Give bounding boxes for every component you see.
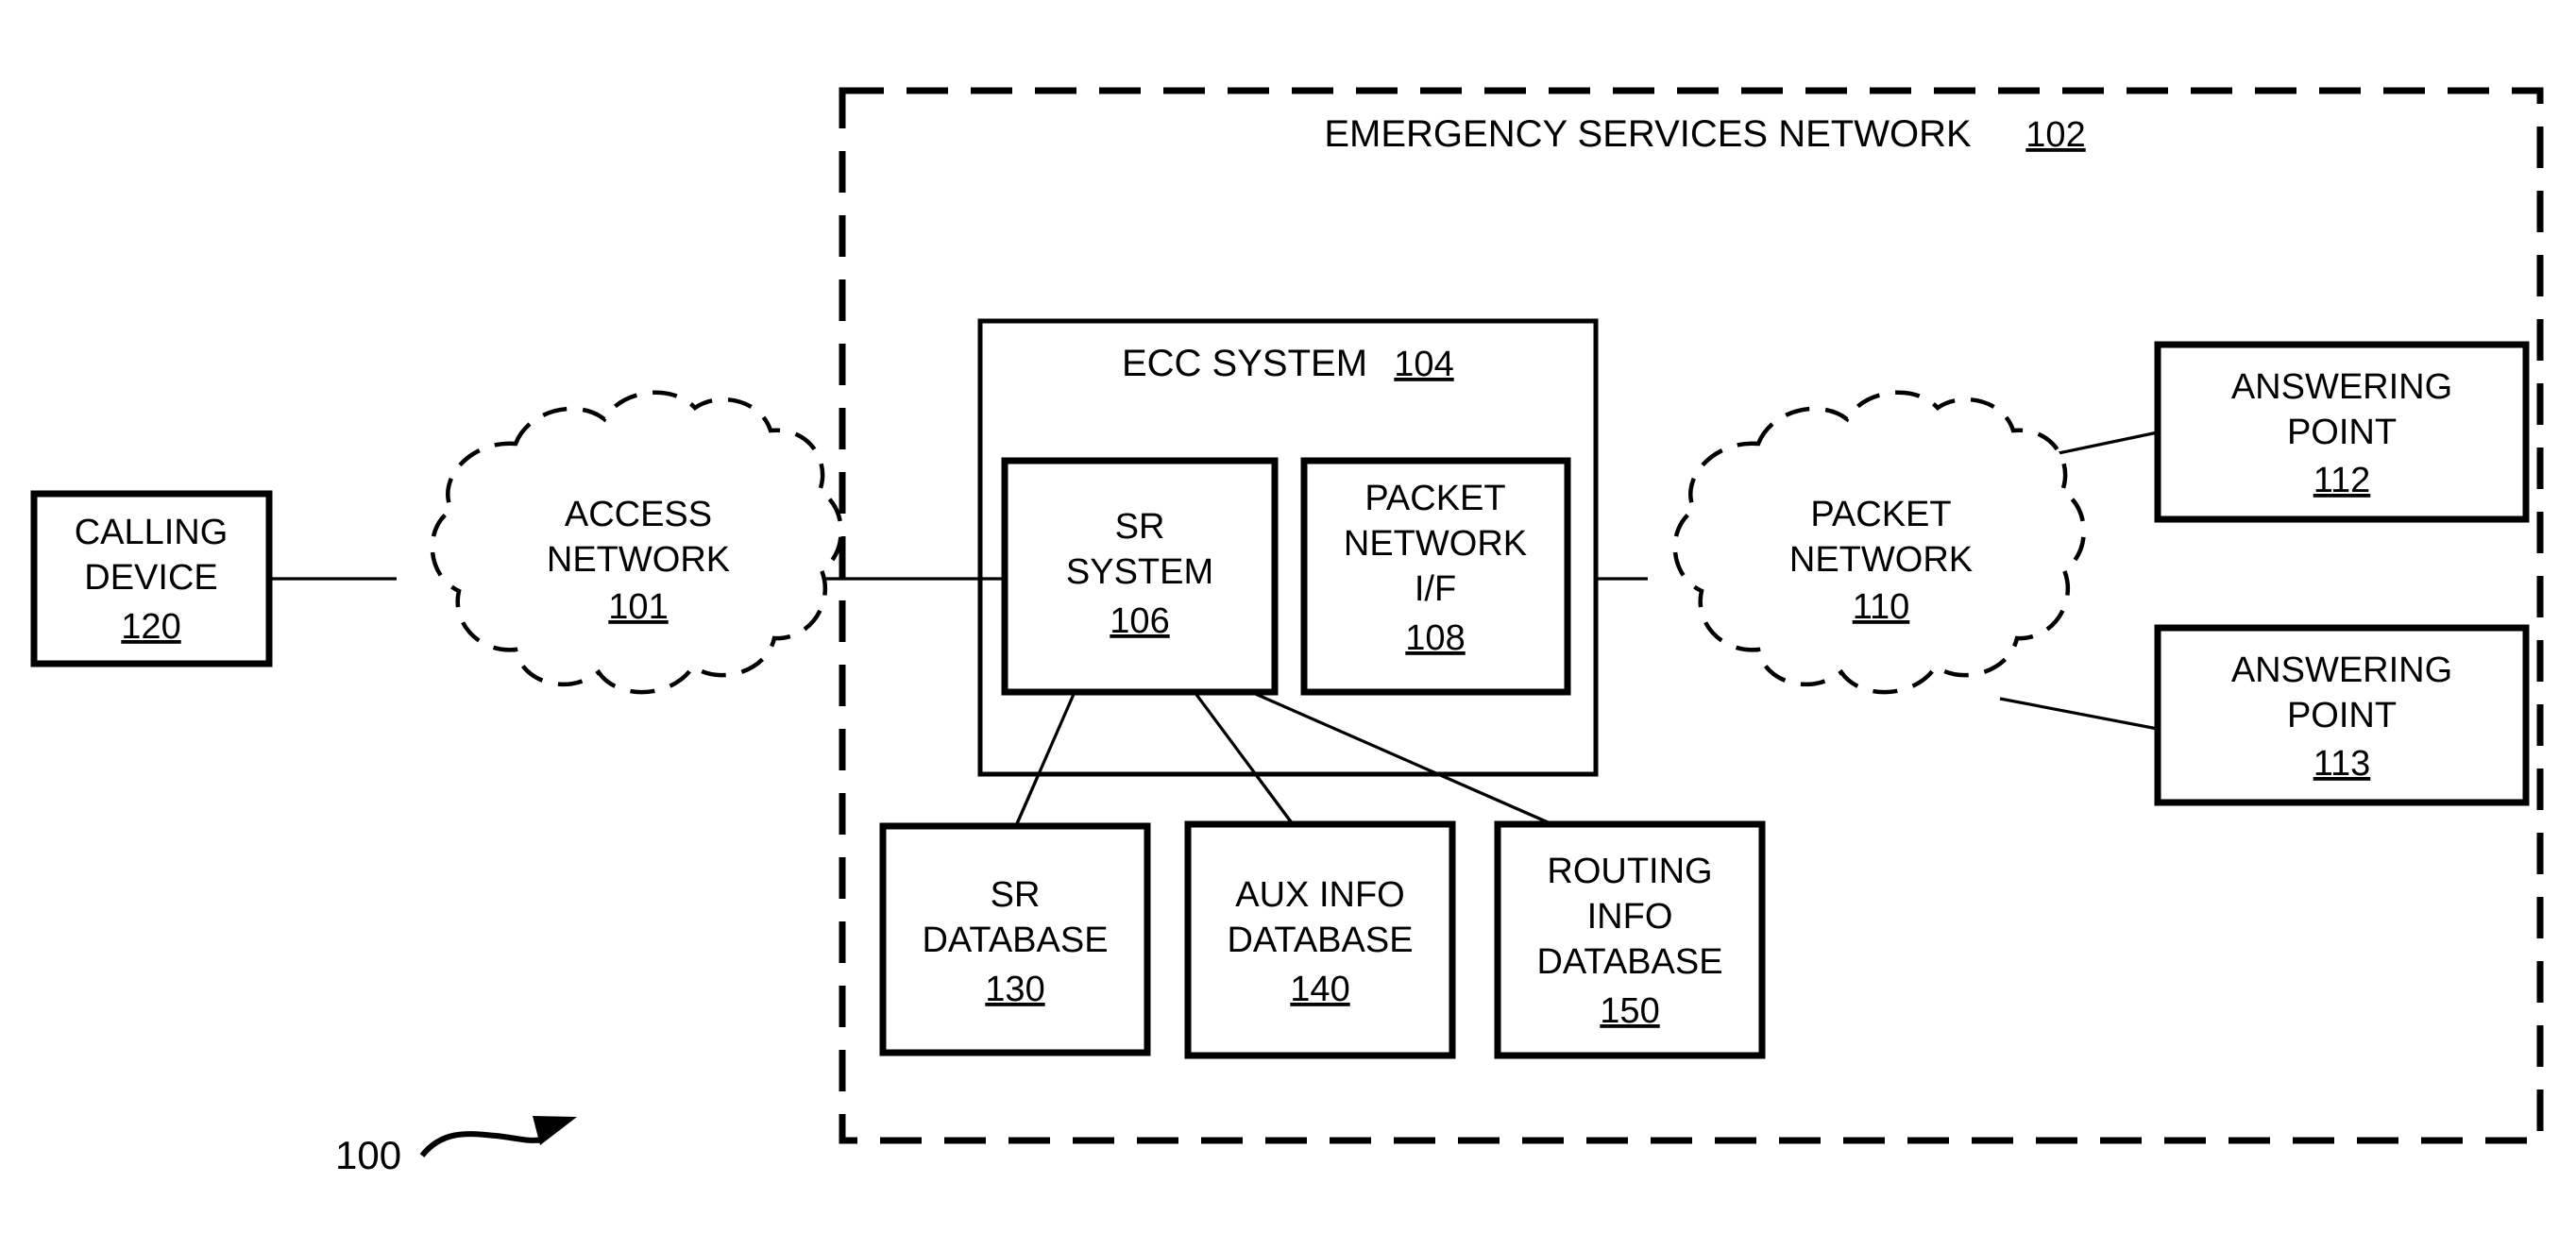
sr-system-label-line1: SR — [1115, 507, 1165, 547]
packet-network-if-node: PACKET NETWORK I/F 108 — [1300, 457, 1571, 696]
routing-info-database-node: ROUTING INFO DATABASE 150 — [1494, 820, 1766, 1059]
sr-system-ref: 106 — [1110, 601, 1169, 641]
ecc-system-ref: 104 — [1394, 345, 1453, 384]
answering-point-113-ref: 113 — [2313, 744, 2371, 784]
answering-point-112-label-line2: POINT — [2287, 413, 2397, 452]
emergency-services-network-ref: 102 — [2025, 115, 2085, 155]
answering-point-112-node: ANSWERING POINT 112 — [2154, 341, 2530, 523]
diagram-canvas: ACCESS NETWORK 101 PACKET NETWORK 110 CA… — [30, 87, 2544, 1177]
calling-device-label-line1: CALLING — [75, 513, 229, 552]
answering-point-112-label-line1: ANSWERING — [2231, 367, 2452, 407]
sr-database-label-line1: SR — [991, 875, 1041, 915]
packet-network-if-ref: 108 — [1405, 618, 1465, 658]
packet-network-cloud: PACKET NETWORK 110 — [1672, 390, 2086, 695]
sr-database-label-line2: DATABASE — [922, 921, 1108, 960]
packet-network-if-label-line3: I/F — [1415, 569, 1456, 609]
calling-device-label-line2: DEVICE — [84, 558, 217, 598]
routing-info-database-ref: 150 — [1600, 991, 1659, 1031]
patent-figure: ACCESS NETWORK 101 PACKET NETWORK 110 CA… — [0, 0, 2576, 1233]
sr-database-node: SR DATABASE 130 — [879, 822, 1151, 1056]
packet-network-label-line2: NETWORK — [1789, 540, 1973, 580]
routing-info-database-label-line3: DATABASE — [1536, 942, 1722, 982]
calling-device-ref: 120 — [121, 607, 180, 647]
aux-info-database-ref: 140 — [1290, 970, 1349, 1009]
aux-info-database-label-line1: AUX INFO — [1235, 875, 1404, 915]
answering-point-113-node: ANSWERING POINT 113 — [2154, 624, 2530, 806]
routing-info-database-label-line1: ROUTING — [1547, 852, 1712, 891]
routing-info-database-label-line2: INFO — [1587, 897, 1673, 937]
answering-point-112-ref: 112 — [2313, 461, 2371, 500]
figure-callout: 100 — [335, 1116, 577, 1177]
access-network-ref: 101 — [608, 587, 668, 627]
access-network-cloud: ACCESS NETWORK 101 — [430, 390, 843, 695]
answering-point-113-label-line2: POINT — [2287, 696, 2397, 735]
access-network-label-line2: NETWORK — [547, 540, 730, 580]
sr-system-label-line2: SYSTEM — [1066, 552, 1213, 592]
figure-number: 100 — [335, 1133, 401, 1177]
packet-network-ref: 110 — [1853, 587, 1910, 627]
aux-info-database-label-line2: DATABASE — [1227, 921, 1413, 960]
figure-callout-arrow-curve — [419, 1131, 544, 1157]
emergency-services-network-title: EMERGENCY SERVICES NETWORK — [1324, 113, 1972, 155]
sr-system-node: SR SYSTEM 106 — [1001, 457, 1279, 696]
connector-packet-network-to-answering-point-113 — [1999, 697, 2159, 731]
answering-point-113-label-line1: ANSWERING — [2231, 650, 2452, 690]
sr-database-ref: 130 — [985, 970, 1044, 1009]
packet-network-if-label-line2: NETWORK — [1344, 524, 1527, 564]
packet-network-label-line1: PACKET — [1810, 495, 1951, 534]
emergency-services-network-title-group: EMERGENCY SERVICES NETWORK 102 — [1324, 113, 2085, 155]
calling-device-node: CALLING DEVICE 120 — [30, 490, 273, 667]
packet-network-if-label-line1: PACKET — [1364, 479, 1505, 518]
access-network-label-line1: ACCESS — [565, 495, 712, 534]
figure-callout-arrowhead — [533, 1116, 577, 1145]
ecc-system-title: ECC SYSTEM — [1122, 343, 1367, 384]
aux-info-database-node: AUX INFO DATABASE 140 — [1184, 820, 1456, 1059]
